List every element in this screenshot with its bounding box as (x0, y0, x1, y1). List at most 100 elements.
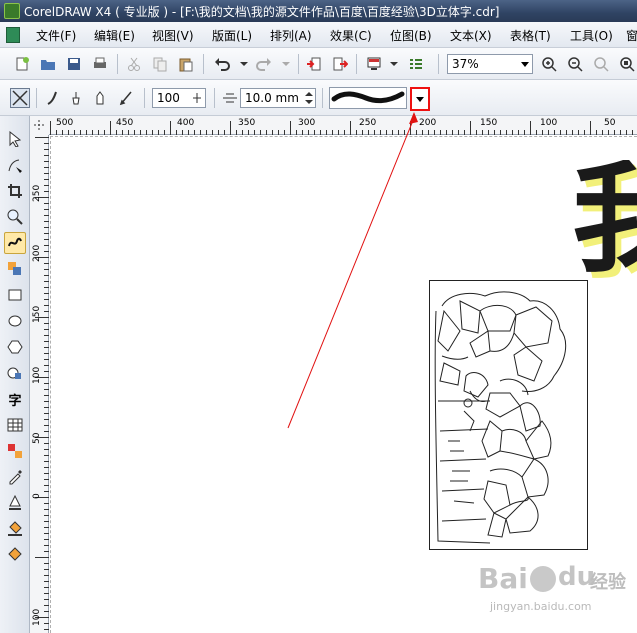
zoom-tool[interactable] (4, 206, 26, 228)
basic-shapes-tool-icon (7, 367, 21, 379)
zoom-level-value: 37% (452, 57, 479, 71)
menu-table[interactable]: 表格(T) (510, 27, 551, 44)
pick-tool[interactable] (4, 128, 26, 150)
3d-glyph[interactable]: 我 我 (570, 160, 637, 300)
sprayer-mode-icon[interactable] (90, 88, 110, 108)
calligraphic-mode-icon[interactable] (116, 88, 136, 108)
freehand-tool[interactable] (4, 232, 26, 254)
menu-text[interactable]: 文本(X) (450, 27, 492, 44)
artistic-stroke-preview[interactable] (329, 87, 407, 109)
freehand-tool-icon (8, 237, 22, 247)
eyedropper-tool[interactable] (4, 466, 26, 488)
export-icon[interactable] (330, 54, 350, 74)
brush-mode-icon[interactable] (66, 88, 86, 108)
smoothing-input[interactable]: 100 (152, 88, 206, 108)
window-title: CorelDRAW X4 ( 专业版 ) - [F:\我的文档\我的源文件作品\… (24, 5, 500, 19)
menu-bar: 文件(F) 编辑(E) 视图(V) 版面(L) 排列(A) 效果(C) 位图(B… (0, 22, 637, 48)
ruler-label: 300 (298, 118, 316, 128)
ruler-label: 450 (116, 118, 134, 128)
menu-effects[interactable]: 效果(C) (330, 27, 372, 44)
bezier-mode-icon[interactable] (10, 88, 30, 108)
menu-tools[interactable]: 工具(O) (570, 27, 613, 44)
ruler-ticks (35, 137, 49, 630)
shape-tool[interactable] (4, 154, 26, 176)
stroke-width-icon (220, 88, 240, 108)
ruler-label: 500 (56, 118, 74, 128)
ruler-origin[interactable] (30, 116, 49, 135)
table-tool-icon (7, 418, 23, 432)
print-icon[interactable] (90, 54, 110, 74)
cut-icon[interactable] (124, 54, 144, 74)
rectangle-tool[interactable] (4, 284, 26, 306)
watermark-brand: Bai (478, 562, 528, 595)
redo-icon[interactable] (254, 54, 274, 74)
welcome-screen-icon[interactable] (406, 54, 426, 74)
ruler-label: 200 (32, 244, 42, 262)
toolbar-separator (36, 88, 37, 108)
pick-tool-icon (9, 131, 22, 147)
ruler-label: 50 (32, 432, 42, 444)
menu-bitmaps[interactable]: 位图(B) (390, 27, 432, 44)
menu-file[interactable]: 文件(F) (36, 27, 76, 44)
save-icon[interactable] (64, 54, 84, 74)
open-icon[interactable] (38, 54, 58, 74)
table-tool[interactable] (4, 414, 26, 436)
menu-arrange[interactable]: 排列(A) (270, 27, 312, 44)
zoom-out-icon[interactable] (565, 54, 585, 74)
undo-icon[interactable] (212, 54, 232, 74)
crop-tool[interactable] (4, 180, 26, 202)
menu-layout[interactable]: 版面(L) (212, 27, 252, 44)
fill-tool[interactable] (4, 518, 26, 540)
interactive-blend-tool[interactable] (4, 440, 26, 462)
launcher-dropdown-icon[interactable] (384, 54, 404, 74)
stroke-width-value: 10.0 mm (245, 91, 299, 105)
spinner-icon[interactable] (305, 91, 313, 105)
zoom-level-select[interactable]: 37% (447, 54, 533, 74)
redo-dropdown-icon[interactable] (276, 54, 296, 74)
ruler-label: 100 (32, 608, 42, 626)
horizontal-ruler[interactable]: 500 450 400 350 300 250 200 150 100 50 (30, 116, 637, 135)
stroke-width-input[interactable]: 10.0 mm (240, 88, 316, 108)
shape-tool-icon (8, 159, 22, 173)
ruler-label: 250 (32, 184, 42, 202)
ellipse-tool[interactable] (4, 310, 26, 332)
zoom-in-icon[interactable] (539, 54, 559, 74)
polygon-tool-icon (7, 340, 23, 354)
chevron-down-icon (521, 62, 529, 67)
text-tool[interactable]: 字 (4, 388, 26, 410)
ruler-label: 400 (177, 118, 195, 128)
coreldraw-app-icon (4, 3, 20, 19)
paw-icon (530, 566, 556, 592)
3d-glyph-front: 我 (572, 160, 637, 289)
application-launcher-icon[interactable] (364, 54, 384, 74)
traced-image[interactable] (429, 280, 588, 550)
smoothing-slider-icon[interactable] (192, 92, 202, 104)
preset-brush-icon[interactable] (42, 88, 62, 108)
toolbar-separator (322, 88, 323, 108)
vertical-ruler[interactable] (30, 135, 49, 633)
basic-shapes-tool[interactable] (4, 362, 26, 384)
page-border (50, 136, 637, 137)
copy-icon[interactable] (150, 54, 170, 74)
undo-dropdown-icon[interactable] (234, 54, 254, 74)
menu-edit[interactable]: 编辑(E) (94, 27, 135, 44)
ruler-label: 150 (32, 305, 42, 323)
toolbox: 字 (0, 116, 30, 633)
zoom-page-icon[interactable] (591, 54, 611, 74)
stroke-dropdown-button[interactable] (410, 87, 430, 111)
outline-tool[interactable] (4, 492, 26, 514)
interactive-fill-tool[interactable] (4, 544, 26, 566)
polygon-tool[interactable] (4, 336, 26, 358)
ruler-label: 150 (480, 118, 498, 128)
smart-fill-tool[interactable] (4, 258, 26, 280)
new-document-icon[interactable] (12, 54, 32, 74)
toolbar-separator (214, 88, 215, 108)
menu-view[interactable]: 视图(V) (152, 27, 194, 44)
interactive-blend-tool-icon (8, 444, 22, 458)
menu-window[interactable]: 窗 (626, 27, 637, 44)
zoom-selected-icon[interactable] (617, 54, 637, 74)
import-icon[interactable] (304, 54, 324, 74)
paste-icon[interactable] (176, 54, 196, 74)
document-menu-icon[interactable] (6, 27, 20, 43)
eyedropper-tool-icon (9, 470, 22, 485)
